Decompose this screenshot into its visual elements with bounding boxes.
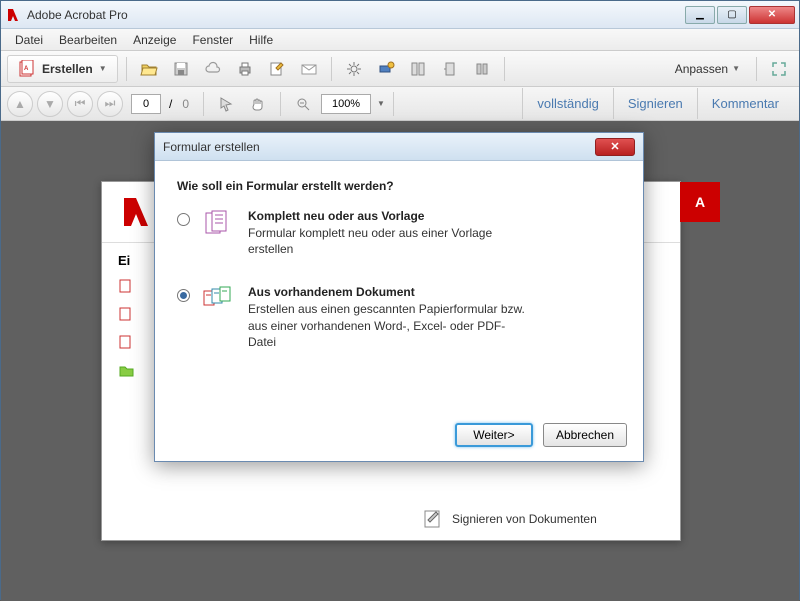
hand-tool-button[interactable] <box>244 90 272 118</box>
dialog-titlebar: Formular erstellen ✕ <box>155 133 643 161</box>
radio-existing-doc[interactable] <box>177 289 190 302</box>
chevron-down-icon: ▼ <box>99 64 107 73</box>
acrobat-logo-icon <box>118 194 154 230</box>
window-controls: ▁ ▢ ✕ <box>683 6 795 24</box>
page-first-button[interactable]: ⏮ <box>67 91 93 117</box>
quick-print-button[interactable] <box>372 55 400 83</box>
link-kommentar[interactable]: Kommentar <box>697 88 793 119</box>
pdf-create-icon: A <box>18 60 36 78</box>
sign-icon <box>422 508 444 530</box>
edit-button[interactable] <box>263 55 291 83</box>
titlebar: Adobe Acrobat Pro ▁ ▢ ✕ <box>1 1 799 29</box>
cloud-button[interactable] <box>199 55 227 83</box>
fullscreen-button[interactable] <box>765 55 793 83</box>
print-button[interactable] <box>231 55 259 83</box>
page-down-button[interactable]: ▼ <box>37 91 63 117</box>
adobe-badge: A <box>680 182 720 222</box>
app-icon <box>5 7 21 23</box>
create-form-dialog: Formular erstellen ✕ Wie soll ein Formul… <box>154 132 644 462</box>
minimize-button[interactable]: ▁ <box>685 6 715 24</box>
settings-button[interactable] <box>340 55 368 83</box>
page-sep: / <box>169 97 172 111</box>
window-title: Adobe Acrobat Pro <box>27 8 683 22</box>
menu-fenster[interactable]: Fenster <box>184 31 241 49</box>
template-icon <box>202 209 236 239</box>
sign-documents-row[interactable]: Signieren von Dokumenten <box>422 508 597 530</box>
cancel-button[interactable]: Abbrechen <box>543 423 627 447</box>
chevron-down-icon[interactable]: ▼ <box>377 99 385 108</box>
menu-datei[interactable]: Datei <box>7 31 51 49</box>
option-title: Komplett neu oder aus Vorlage <box>248 209 528 223</box>
tool-c-button[interactable] <box>468 55 496 83</box>
sign-label: Signieren von Dokumenten <box>452 512 597 526</box>
zoom-out-button[interactable] <box>289 90 317 118</box>
customize-label: Anpassen <box>675 62 728 76</box>
create-button[interactable]: A Erstellen ▼ <box>7 55 118 83</box>
option-existing-doc[interactable]: Aus vorhandenem Dokument Erstellen aus e… <box>177 285 621 350</box>
menu-anzeige[interactable]: Anzeige <box>125 31 184 49</box>
close-button[interactable]: ✕ <box>749 6 795 24</box>
radio-new-template[interactable] <box>177 213 190 226</box>
menu-hilfe[interactable]: Hilfe <box>241 31 281 49</box>
right-panel-links: vollständig Signieren Kommentar <box>522 88 793 119</box>
option-desc: Erstellen aus einen gescannten Papierfor… <box>248 301 528 350</box>
page-last-button[interactable]: ⏭ <box>97 91 123 117</box>
page-number-input[interactable] <box>131 94 161 114</box>
link-signieren[interactable]: Signieren <box>613 88 697 119</box>
customize-button[interactable]: Anpassen ▼ <box>667 58 748 80</box>
option-title: Aus vorhandenem Dokument <box>248 285 528 299</box>
tool-a-button[interactable] <box>404 55 432 83</box>
save-button[interactable] <box>167 55 195 83</box>
chevron-down-icon: ▼ <box>732 64 740 73</box>
mail-button[interactable] <box>295 55 323 83</box>
main-toolbar: A Erstellen ▼ Anpassen ▼ <box>1 51 799 87</box>
option-desc: Formular komplett neu oder aus einer Vor… <box>248 225 528 257</box>
dialog-prompt: Wie soll ein Formular erstellt werden? <box>177 179 621 193</box>
pointer-tool-button[interactable] <box>212 90 240 118</box>
zoom-value[interactable]: 100% <box>321 94 371 114</box>
maximize-button[interactable]: ▢ <box>717 6 747 24</box>
nav-toolbar: ▲ ▼ ⏮ ⏭ / 0 100% ▼ vollständig Signieren… <box>1 87 799 121</box>
next-button[interactable]: Weiter> <box>455 423 533 447</box>
link-vollstaendig[interactable]: vollständig <box>522 88 612 119</box>
menu-bearbeiten[interactable]: Bearbeiten <box>51 31 125 49</box>
page-up-button[interactable]: ▲ <box>7 91 33 117</box>
option-new-template[interactable]: Komplett neu oder aus Vorlage Formular k… <box>177 209 621 257</box>
menubar: Datei Bearbeiten Anzeige Fenster Hilfe <box>1 29 799 51</box>
create-button-label: Erstellen <box>42 62 93 76</box>
dialog-title-text: Formular erstellen <box>163 140 260 154</box>
existing-doc-icon <box>202 285 236 315</box>
open-button[interactable] <box>135 55 163 83</box>
tool-b-button[interactable] <box>436 55 464 83</box>
dialog-close-button[interactable]: ✕ <box>595 138 635 156</box>
svg-text:A: A <box>24 66 29 72</box>
page-total: 0 <box>182 97 189 111</box>
